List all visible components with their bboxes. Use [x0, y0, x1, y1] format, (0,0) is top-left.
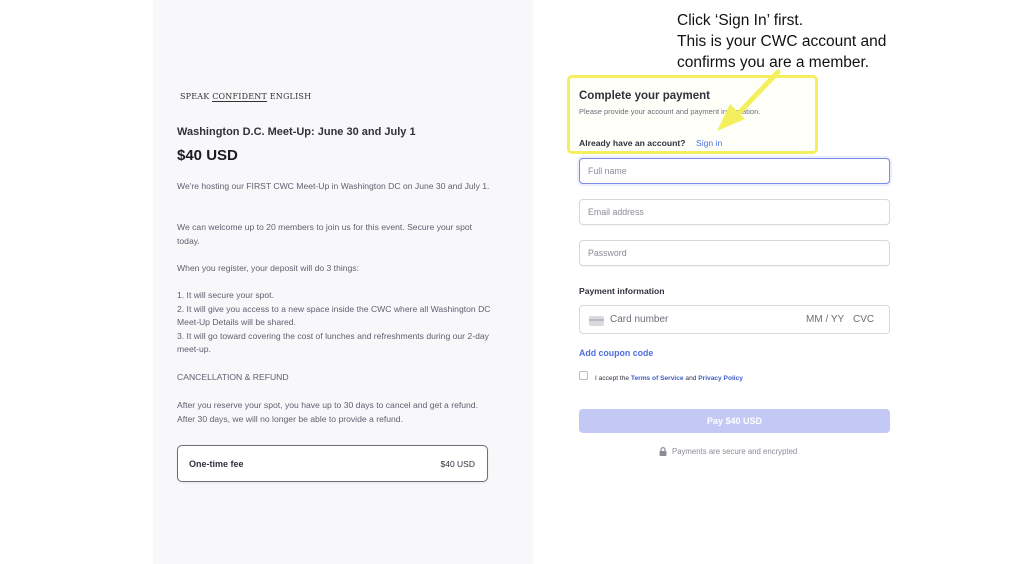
- annotation-line: confirms you are a member.: [677, 54, 870, 71]
- terms-text: I accept the Terms of Service and Privac…: [595, 375, 743, 382]
- refund-policy-text: After you reserve your spot, you have up…: [177, 400, 478, 424]
- secure-payment-note: Payments are secure and encrypted: [659, 447, 797, 457]
- payment-heading: Complete your payment: [579, 90, 710, 102]
- full-name-field[interactable]: [579, 158, 890, 184]
- description-paragraph: We're hosting our FIRST CWC Meet-Up in W…: [177, 181, 490, 191]
- pay-button[interactable]: Pay $40 USD: [579, 409, 890, 433]
- fee-amount: $40 USD: [440, 459, 476, 469]
- brand-logo: SPEAK CONFIDENT ENGLISH: [180, 92, 312, 102]
- terms-checkbox[interactable]: [579, 371, 588, 380]
- annotation-line: Click ‘Sign In’ first.: [677, 12, 804, 29]
- fee-label: One-time fee: [189, 459, 244, 469]
- description-paragraph: We can welcome up to 20 members to join …: [177, 222, 473, 246]
- add-coupon-link[interactable]: Add coupon code: [579, 348, 653, 358]
- cancellation-heading: CANCELLATION & REFUND: [177, 372, 289, 382]
- one-time-fee-option[interactable]: One-time fee $40 USD: [177, 445, 488, 482]
- email-field[interactable]: [579, 199, 890, 225]
- product-title: Washington D.C. Meet-Up: June 30 and Jul…: [177, 126, 416, 138]
- benefits-list: 1. It will secure your spot. 2. It will …: [177, 290, 491, 355]
- terms-of-service-link[interactable]: Terms of Service: [631, 375, 684, 382]
- card-cvc-placeholder[interactable]: CVC: [853, 314, 874, 325]
- payment-info-label: Payment information: [579, 286, 665, 296]
- card-expiry-placeholder[interactable]: MM / YY: [806, 314, 844, 325]
- lock-icon: [659, 447, 667, 457]
- annotation-callout: Click ‘Sign In’ first. This is your CWC …: [677, 10, 886, 73]
- card-number-placeholder[interactable]: Card number: [610, 314, 668, 325]
- password-field[interactable]: [579, 240, 890, 266]
- card-input[interactable]: Card number MM / YY CVC: [579, 305, 890, 334]
- privacy-policy-link[interactable]: Privacy Policy: [698, 375, 743, 382]
- credit-card-icon: [589, 316, 604, 326]
- description-paragraph: When you register, your deposit will do …: [177, 263, 359, 273]
- payment-subheading: Please provide your account and payment …: [579, 107, 761, 116]
- account-prompt: Already have an account?: [579, 138, 686, 148]
- product-price: $40 USD: [177, 147, 238, 164]
- sign-in-link[interactable]: Sign in: [696, 138, 722, 148]
- annotation-line: This is your CWC account and: [677, 33, 887, 50]
